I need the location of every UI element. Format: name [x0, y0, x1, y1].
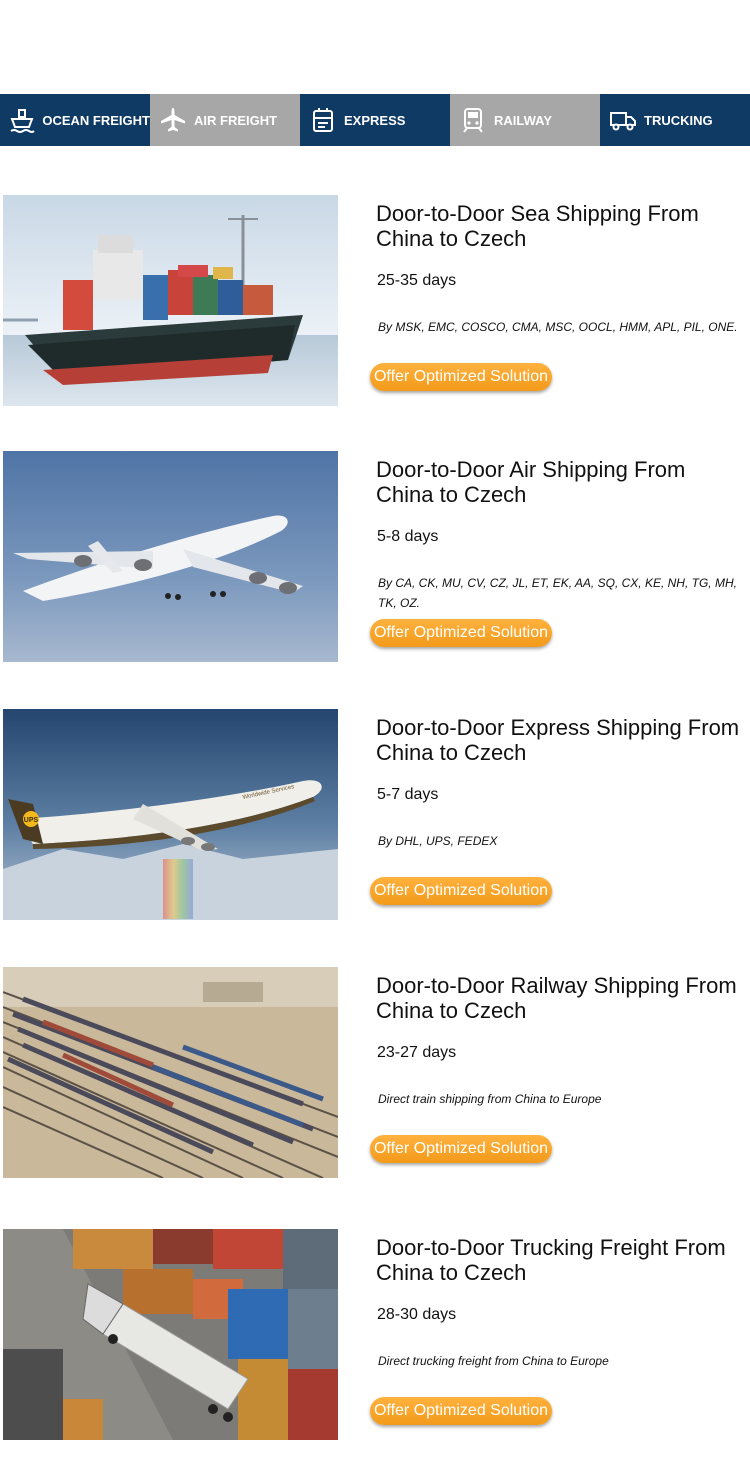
- service-info: Door-to-Door Sea Shipping From China to …: [376, 195, 748, 334]
- tab-label: EXPRESS: [344, 112, 406, 128]
- service-sea: Door-to-Door Sea Shipping From China to …: [0, 195, 750, 406]
- service-info: Door-to-Door Railway Shipping From China…: [376, 967, 748, 1106]
- service-title: Door-to-Door Air Shipping From China to …: [376, 457, 686, 507]
- carrier-list: By CA, CK, MU, CV, CZ, JL, ET, EK, AA, S…: [378, 576, 737, 610]
- offer-solution-button[interactable]: Offer Optimized Solution: [370, 619, 552, 647]
- train-icon: [458, 105, 488, 135]
- service-info: Door-to-Door Air Shipping From China to …: [376, 451, 748, 610]
- container-truck-photo: [3, 1229, 338, 1440]
- carrier-list: Direct trucking freight from China to Eu…: [378, 1354, 609, 1368]
- rail-yard-photo: [3, 967, 338, 1178]
- cargo-airplane-photo: [3, 451, 338, 662]
- airplane-icon: [158, 105, 188, 135]
- carrier-list: By DHL, UPS, FEDEX: [378, 834, 498, 848]
- tab-ocean-freight[interactable]: OCEAN FREIGHT: [0, 94, 150, 146]
- service-title: Door-to-Door Sea Shipping From China to …: [376, 201, 699, 251]
- service-trucking: Door-to-Door Trucking Freight From China…: [0, 1229, 750, 1440]
- transit-days: 5-7 days: [377, 786, 439, 803]
- transit-days: 25-35 days: [377, 272, 457, 289]
- carrier-list: By MSK, EMC, COSCO, CMA, MSC, OOCL, HMM,…: [378, 320, 738, 334]
- service-info: Door-to-Door Trucking Freight From China…: [376, 1229, 748, 1368]
- tab-label: AIR FREIGHT: [194, 112, 278, 128]
- tab-label: OCEAN FREIGHT: [42, 112, 150, 128]
- service-title: Door-to-Door Trucking Freight From China…: [376, 1235, 726, 1285]
- tab-label: RAILWAY: [494, 112, 553, 128]
- service-express: UPS Worldwide Services Door-to-Door Expr…: [0, 709, 750, 920]
- offer-solution-button[interactable]: Offer Optimized Solution: [370, 877, 552, 905]
- tab-trucking[interactable]: TRUCKING: [600, 94, 750, 146]
- transit-days: 23-27 days: [377, 1044, 457, 1061]
- express-airplane-photo: UPS Worldwide Services: [3, 709, 338, 920]
- transit-days: 28-30 days: [377, 1306, 457, 1323]
- tab-railway[interactable]: RAILWAY: [450, 94, 600, 146]
- service-title: Door-to-Door Railway Shipping From China…: [376, 973, 737, 1023]
- freight-tab-bar: OCEAN FREIGHT AIR FREIGHT EXPRESS RAILWA…: [0, 94, 750, 146]
- service-title: Door-to-Door Express Shipping From China…: [376, 715, 740, 765]
- carrier-list: Direct train shipping from China to Euro…: [378, 1092, 602, 1106]
- tab-label: TRUCKING: [644, 112, 713, 128]
- plane-logo-text: UPS: [24, 817, 39, 824]
- ship-icon: [8, 105, 36, 135]
- truck-icon: [608, 105, 638, 135]
- tab-air-freight[interactable]: AIR FREIGHT: [150, 94, 300, 146]
- service-info: Door-to-Door Express Shipping From China…: [376, 709, 748, 848]
- service-railway: Door-to-Door Railway Shipping From China…: [0, 967, 750, 1178]
- express-box-icon: [308, 105, 338, 135]
- transit-days: 5-8 days: [377, 528, 439, 545]
- service-air: Door-to-Door Air Shipping From China to …: [0, 451, 750, 662]
- tab-express[interactable]: EXPRESS: [300, 94, 450, 146]
- offer-solution-button[interactable]: Offer Optimized Solution: [370, 1397, 552, 1425]
- container-ship-photo: [3, 195, 338, 406]
- offer-solution-button[interactable]: Offer Optimized Solution: [370, 363, 552, 391]
- offer-solution-button[interactable]: Offer Optimized Solution: [370, 1135, 552, 1163]
